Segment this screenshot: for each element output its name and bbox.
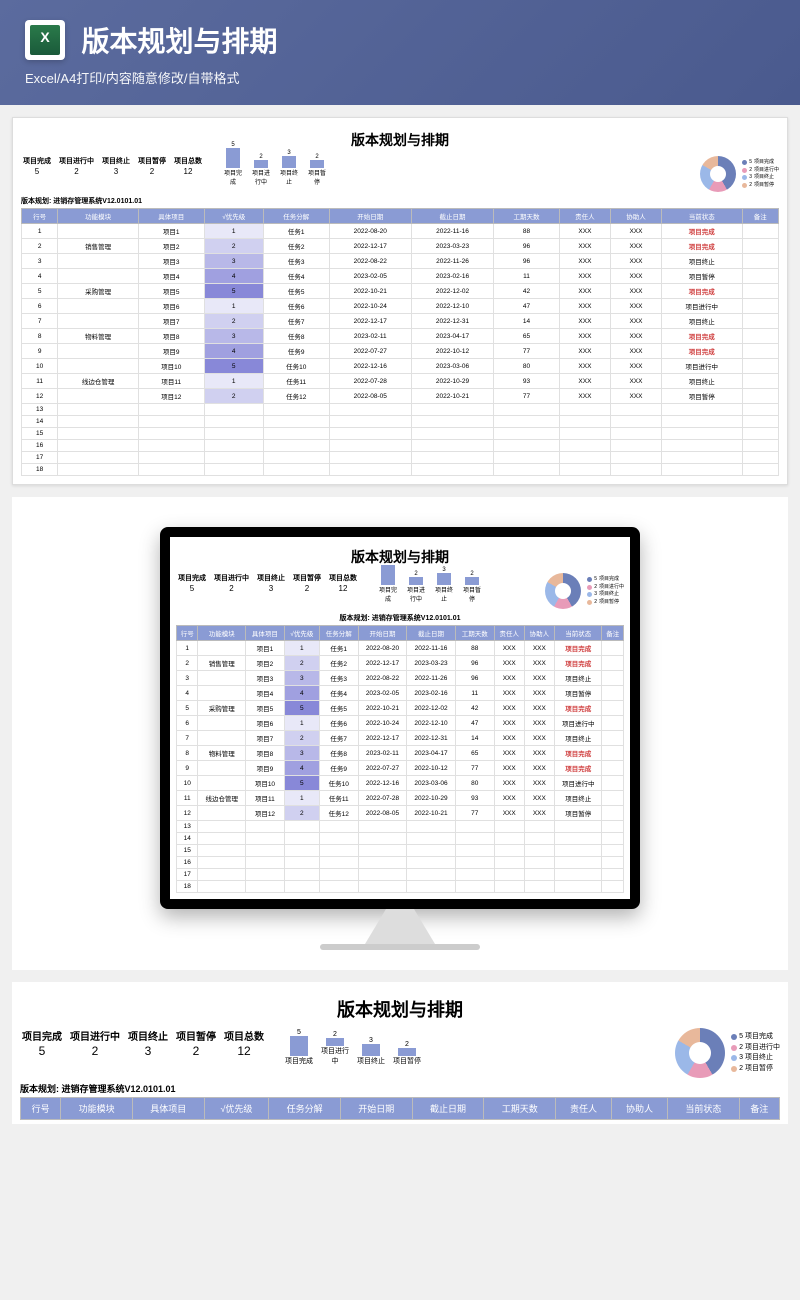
table-row: 5采购管理项目55任务52022-10-212022-12-0242XXXXXX… <box>177 701 624 716</box>
sheet-title: 版本规划与排期 <box>21 130 779 150</box>
table-header: 截止日期 <box>411 209 493 224</box>
bar-chart: 5项目完成2项目进行中3项目终止2项目暂停 <box>222 156 328 186</box>
table-row: 15 <box>22 428 779 440</box>
table-header: 行号 <box>22 209 58 224</box>
table-row: 3项目33任务32022-08-222022-11-2696XXXXXX项目终止 <box>177 671 624 686</box>
sheet-title: 版本规划与排期 <box>20 996 780 1022</box>
table-row: 3项目33任务32022-08-222022-11-2696XXXXXX项目终止 <box>22 254 779 269</box>
table-header: 开始日期 <box>340 1098 412 1120</box>
table-header: 功能模块 <box>198 626 246 641</box>
table-header: 工期天数 <box>494 209 560 224</box>
table-header: √优先级 <box>204 209 263 224</box>
bar-chart: 5项目完成2项目进行中3项目终止2项目暂停 <box>377 573 483 603</box>
table-row: 12项目122任务122022-08-052022-10-2177XXXXXX项… <box>177 806 624 821</box>
table-header: 任务分解 <box>319 626 358 641</box>
table-row: 16 <box>177 857 624 869</box>
excel-icon <box>25 20 65 60</box>
table-row: 16 <box>22 440 779 452</box>
table-row: 17 <box>177 869 624 881</box>
table-header: 协助人 <box>524 626 554 641</box>
table-row: 13 <box>22 404 779 416</box>
donut-chart: 5项目完成2项目进行中3项目终止2项目暂停 <box>675 1028 780 1078</box>
table-row: 2销售管理项目22任务22022-12-172023-03-2396XXXXXX… <box>22 239 779 254</box>
summary-stats: 项目完成5项目进行中2项目终止3项目暂停2项目总数12 <box>21 156 204 176</box>
page-title: 版本规划与排期 <box>81 20 277 60</box>
table-row: 9项目94任务92022-07-272022-10-1277XXXXXX项目完成 <box>177 761 624 776</box>
table-header: 协助人 <box>612 1098 668 1120</box>
table-header: √优先级 <box>284 626 319 641</box>
monitor-mockup: 版本规划与排期项目完成5项目进行中2项目终止3项目暂停2项目总数12 5项目完成2… <box>12 497 788 970</box>
sheet-title: 版本规划与排期 <box>176 547 624 567</box>
table-header: 协助人 <box>610 209 661 224</box>
table-header: 责任人 <box>494 626 524 641</box>
footer-strip: 版本规划与排期项目完成5项目进行中2项目终止3项目暂停2项目总数12 5项目完成2… <box>12 982 788 1124</box>
table-row: 8物料管理项目83任务82023-02-112023-04-1765XXXXXX… <box>22 329 779 344</box>
table-row: 4项目44任务42023-02-052023-02-1611XXXXXX项目暂停 <box>177 686 624 701</box>
table-header: 工期天数 <box>484 1098 556 1120</box>
table-header: 行号 <box>21 1098 61 1120</box>
table-row: 1项目11任务12022-08-202022-11-1688XXXXXX项目完成 <box>22 224 779 239</box>
table-header: 备注 <box>602 626 624 641</box>
table-row: 6项目61任务62022-10-242022-12-1047XXXXXX项目进行… <box>22 299 779 314</box>
table-header: 责任人 <box>559 209 610 224</box>
table-header: √优先级 <box>204 1098 269 1120</box>
table-row: 11线边仓管理项目111任务112022-07-282022-10-2993XX… <box>177 791 624 806</box>
page-subtitle: Excel/A4打印/内容随意修改/自带格式 <box>25 68 775 87</box>
donut-chart: 5项目完成2项目进行中3项目终止2项目暂停 <box>700 156 779 192</box>
schedule-table: 行号功能模块具体项目√优先级任务分解开始日期截止日期工期天数责任人协助人当前状态… <box>176 625 624 893</box>
table-row: 15 <box>177 845 624 857</box>
table-row: 1项目11任务12022-08-202022-11-1688XXXXXX项目完成 <box>177 641 624 656</box>
table-row: 6项目61任务62022-10-242022-12-1047XXXXXX项目进行… <box>177 716 624 731</box>
table-header: 任务分解 <box>269 1098 341 1120</box>
table-row: 10项目105任务102022-12-162023-03-0680XXXXXX项… <box>177 776 624 791</box>
version-info: 版本规划: 进销存管理系统V12.0101.01 <box>176 613 624 623</box>
table-row: 11线边仓管理项目111任务112022-07-282022-10-2993XX… <box>22 374 779 389</box>
bar-chart: 5项目完成2项目进行中3项目终止2项目暂停 <box>284 1028 422 1066</box>
table-header: 当前状态 <box>554 626 602 641</box>
table-row: 18 <box>22 464 779 476</box>
summary-stats: 项目完成5项目进行中2项目终止3项目暂停2项目总数12 <box>20 1028 266 1058</box>
table-header: 开始日期 <box>329 209 411 224</box>
table-header: 功能模块 <box>61 1098 133 1120</box>
donut-chart: 5项目完成2项目进行中3项目终止2项目暂停 <box>545 573 624 609</box>
table-row: 2销售管理项目22任务22022-12-172023-03-2396XXXXXX… <box>177 656 624 671</box>
table-row: 13 <box>177 821 624 833</box>
table-header: 截止日期 <box>407 626 456 641</box>
table-header: 备注 <box>739 1098 779 1120</box>
table-row: 10项目105任务102022-12-162023-03-0680XXXXXX项… <box>22 359 779 374</box>
table-header: 行号 <box>177 626 198 641</box>
table-header: 开始日期 <box>358 626 407 641</box>
table-header: 备注 <box>742 209 778 224</box>
hero-banner: 版本规划与排期 Excel/A4打印/内容随意修改/自带格式 <box>0 0 800 105</box>
table-row: 17 <box>22 452 779 464</box>
table-header: 具体项目 <box>246 626 285 641</box>
table-header: 具体项目 <box>138 209 204 224</box>
table-header: 任务分解 <box>263 209 329 224</box>
table-header: 工期天数 <box>455 626 494 641</box>
preview-sheet-large: 版本规划与排期项目完成5项目进行中2项目终止3项目暂停2项目总数12 5项目完成2… <box>12 117 788 485</box>
table-row: 9项目94任务92022-07-272022-10-1277XXXXXX项目完成 <box>22 344 779 359</box>
table-header: 当前状态 <box>662 209 743 224</box>
table-row: 7项目72任务72022-12-172022-12-3114XXXXXX项目终止 <box>22 314 779 329</box>
table-header: 当前状态 <box>667 1098 739 1120</box>
version-info: 版本规划: 进销存管理系统V12.0101.01 <box>21 196 779 206</box>
table-row: 12项目122任务122022-08-052022-10-2177XXXXXX项… <box>22 389 779 404</box>
table-header: 责任人 <box>556 1098 612 1120</box>
table-row: 14 <box>177 833 624 845</box>
table-row: 4项目44任务42023-02-052023-02-1611XXXXXX项目暂停 <box>22 269 779 284</box>
table-row: 5采购管理项目55任务52022-10-212022-12-0242XXXXXX… <box>22 284 779 299</box>
table-row: 7项目72任务72022-12-172022-12-3114XXXXXX项目终止 <box>177 731 624 746</box>
table-row: 8物料管理项目83任务82023-02-112023-04-1765XXXXXX… <box>177 746 624 761</box>
schedule-table: 行号功能模块具体项目√优先级任务分解开始日期截止日期工期天数责任人协助人当前状态… <box>20 1097 780 1120</box>
schedule-table: 行号功能模块具体项目√优先级任务分解开始日期截止日期工期天数责任人协助人当前状态… <box>21 208 779 476</box>
summary-stats: 项目完成5项目进行中2项目终止3项目暂停2项目总数12 <box>176 573 359 593</box>
table-header: 功能模块 <box>58 209 139 224</box>
table-header: 具体项目 <box>132 1098 204 1120</box>
version-info: 版本规划: 进销存管理系统V12.0101.01 <box>20 1082 780 1095</box>
table-header: 截止日期 <box>412 1098 484 1120</box>
table-row: 18 <box>177 881 624 893</box>
table-row: 14 <box>22 416 779 428</box>
